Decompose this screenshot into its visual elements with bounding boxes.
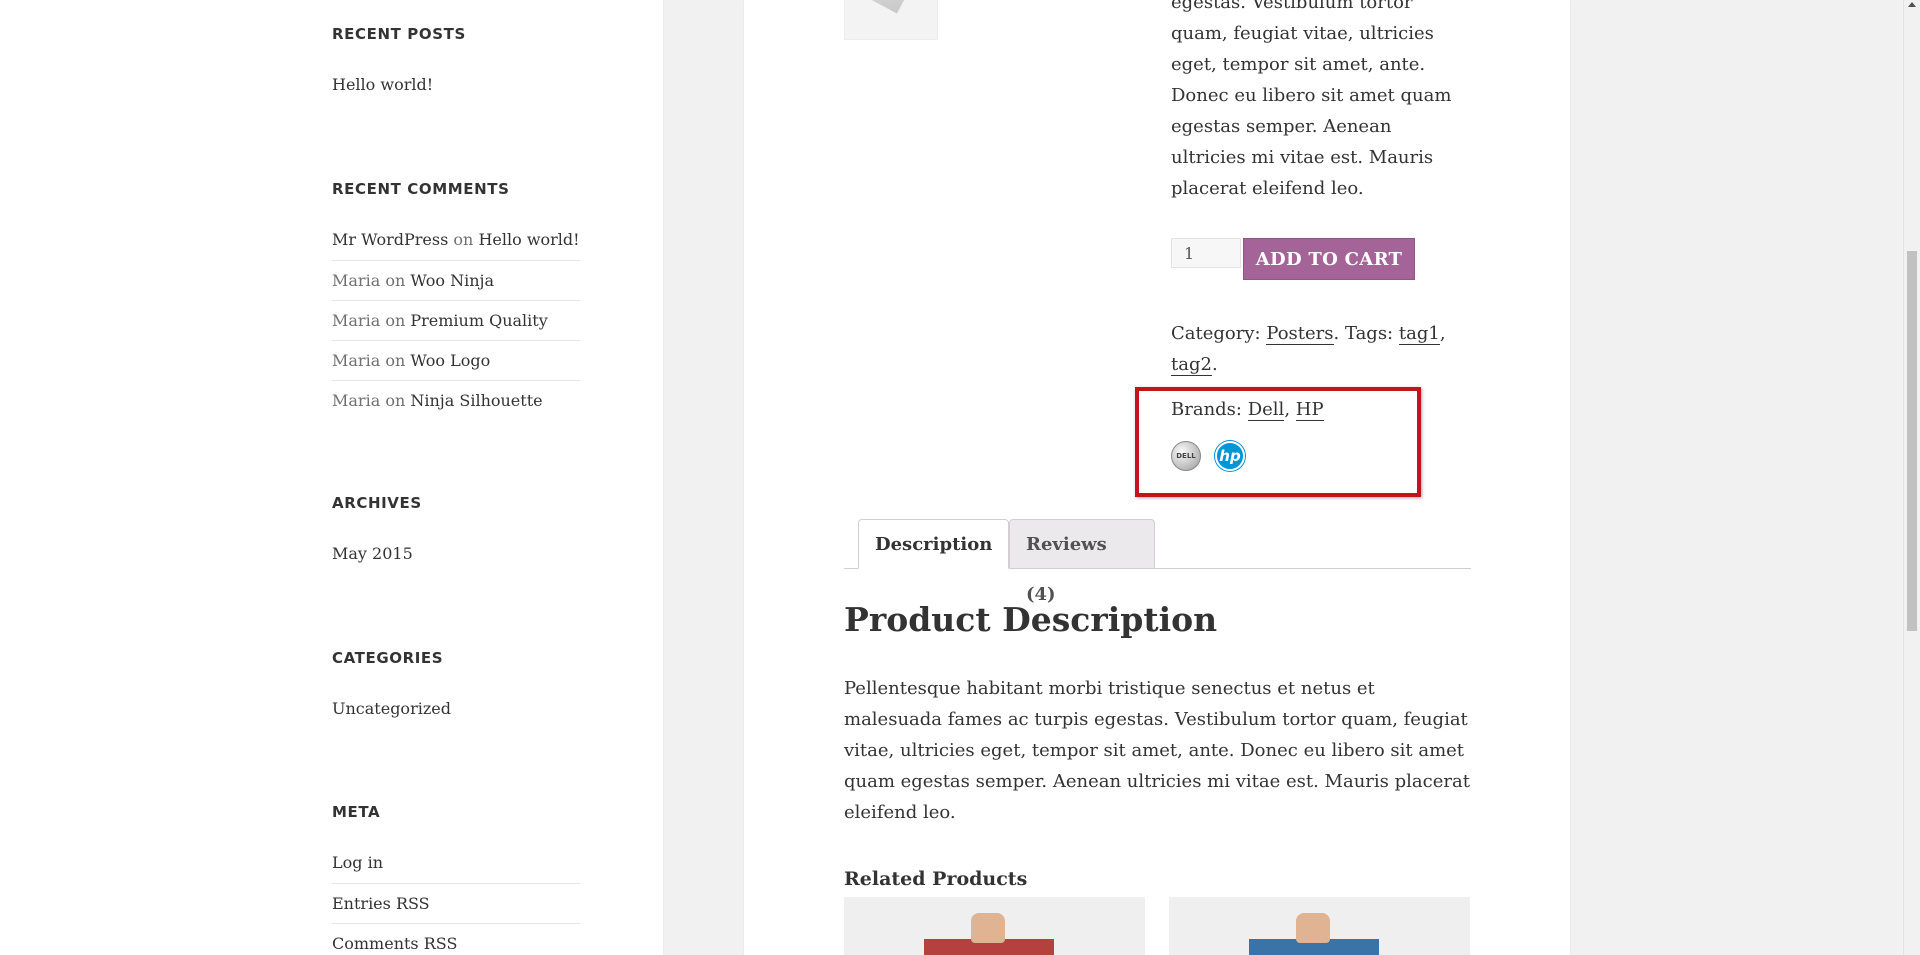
widget-meta: META Log in Entries RSS Comments RSS	[332, 803, 580, 955]
product-short-description: egestas. Vestibulum tortor quam, feugiat…	[1171, 0, 1452, 199]
categories-list: Uncategorized	[332, 689, 580, 729]
brand-link-hp[interactable]: HP	[1295, 399, 1324, 421]
hp-logo-icon[interactable]: hp	[1215, 441, 1245, 471]
list-item: Comments RSS	[332, 923, 580, 955]
list-item: Maria on Ninja Silhouette	[332, 380, 580, 420]
main-content: egestas. Vestibulum tortor quam, feugiat…	[744, 0, 1570, 955]
product-meta: Category: Posters. Tags: tag1, tag2.	[1171, 323, 1446, 376]
hand-image	[971, 913, 1005, 943]
category-label: Category:	[1171, 323, 1261, 344]
hp-logo-text: hp	[1219, 447, 1241, 465]
tags-label: . Tags:	[1333, 323, 1394, 344]
widget-recent-comments: RECENT COMMENTS Mr WordPress on Hello wo…	[332, 180, 580, 420]
vertical-scrollbar[interactable]	[1903, 0, 1920, 955]
widget-title: RECENT POSTS	[332, 25, 466, 43]
widget-recent-posts: RECENT POSTS Hello world!	[332, 25, 580, 105]
dell-logo-text: DELL	[1176, 452, 1196, 460]
comment-author: Maria	[332, 391, 381, 410]
quantity-input[interactable]	[1171, 238, 1241, 268]
archives-list: May 2015	[332, 534, 580, 574]
product-description-body: Pellentesque habitant morbi tristique se…	[844, 678, 1470, 823]
widget-archives: ARCHIVES May 2015	[332, 494, 580, 574]
list-item: Log in	[332, 843, 580, 883]
widget-categories: CATEGORIES Uncategorized	[332, 649, 580, 729]
on-text: on	[385, 391, 406, 410]
dell-logo-icon[interactable]: DELL	[1171, 441, 1201, 471]
category-link[interactable]: Uncategorized	[332, 699, 451, 718]
widget-title: CATEGORIES	[332, 649, 444, 667]
list-item: Maria on Woo Ninja	[332, 260, 580, 300]
tag-link-2[interactable]: tag2	[1171, 354, 1212, 376]
comment-post-link[interactable]: Hello world!	[478, 230, 579, 249]
comment-author-link[interactable]: Mr WordPress	[332, 230, 448, 249]
scroll-up-arrow-icon[interactable]	[1908, 2, 1916, 7]
widget-title: META	[332, 803, 381, 821]
post-link[interactable]: Hello world!	[332, 75, 433, 94]
on-text: on	[385, 351, 406, 370]
archive-link[interactable]: May 2015	[332, 544, 413, 563]
comment-author: Maria	[332, 311, 381, 330]
comment-post-link[interactable]: Premium Quality	[410, 311, 547, 330]
comment-author: Maria	[332, 351, 381, 370]
brands-label: Brands:	[1171, 399, 1242, 420]
add-to-cart-button[interactable]: ADD TO CART	[1243, 238, 1415, 280]
product-gallery-thumbnail[interactable]	[844, 0, 938, 40]
entries-rss-link[interactable]: Entries RSS	[332, 894, 430, 913]
list-item: Maria on Woo Logo	[332, 340, 580, 380]
list-item: Hello world!	[332, 65, 580, 105]
list-item: Entries RSS	[332, 883, 580, 923]
category-link-posters[interactable]: Posters	[1266, 323, 1334, 345]
comment-post-link[interactable]: Ninja Silhouette	[410, 391, 542, 410]
sidebar: RECENT POSTS Hello world! RECENT COMMENT…	[0, 0, 663, 955]
scroll-thumb[interactable]	[1907, 251, 1917, 631]
tab-reviews[interactable]: Reviews (4)	[1009, 519, 1155, 605]
widget-title: ARCHIVES	[332, 494, 422, 512]
widget-title: RECENT COMMENTS	[332, 180, 510, 198]
comment-post-link[interactable]: Woo Ninja	[410, 271, 494, 290]
comment-post-link[interactable]: Woo Logo	[410, 351, 490, 370]
login-link[interactable]: Log in	[332, 853, 383, 872]
list-item: Mr WordPress on Hello world!	[332, 220, 580, 260]
list-item: May 2015	[332, 534, 580, 574]
list-item: Maria on Premium Quality	[332, 300, 580, 340]
list-item: Uncategorized	[332, 689, 580, 729]
on-text: on	[385, 271, 406, 290]
meta-list: Log in Entries RSS Comments RSS	[332, 843, 580, 955]
on-text: on	[453, 230, 474, 249]
recent-posts-list: Hello world!	[332, 65, 580, 105]
product-description-title: Product Description	[844, 600, 1218, 639]
on-text: on	[385, 311, 406, 330]
comment-author: Maria	[332, 271, 381, 290]
related-products-title: Related Products	[844, 868, 1028, 890]
comments-rss-link[interactable]: Comments RSS	[332, 934, 457, 953]
hand-image	[1296, 913, 1330, 943]
related-product-card[interactable]	[844, 897, 1145, 955]
product-brands: Brands: Dell, HP	[1171, 399, 1324, 421]
brand-link-dell[interactable]: Dell	[1247, 399, 1285, 421]
tab-description[interactable]: Description	[858, 519, 1009, 569]
recent-comments-list: Mr WordPress on Hello world! Maria on Wo…	[332, 220, 580, 420]
tag-link-1[interactable]: tag1	[1398, 323, 1440, 345]
related-product-card[interactable]	[1169, 897, 1470, 955]
thumbnail-image	[866, 0, 910, 14]
